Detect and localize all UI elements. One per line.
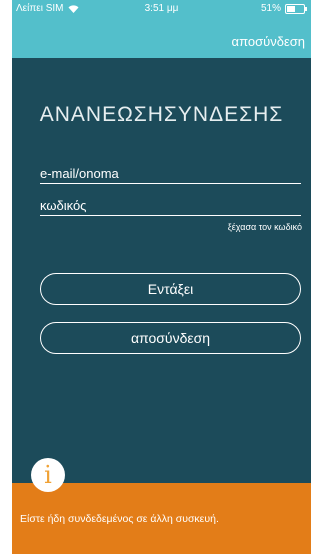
battery-icon [285, 3, 307, 14]
battery-info: 51% [260, 3, 307, 14]
forgot-password-link[interactable]: ξέχασα τον κωδικό [228, 222, 302, 232]
top-bar: Λείπει SIM 3:51 μμ 51% αποσύνδεση [12, 0, 311, 58]
battery-percent: 51% [260, 3, 281, 14]
info-icon: i [31, 458, 65, 492]
header-logout-link[interactable]: αποσύνδεση [232, 34, 305, 49]
app-screen: Λείπει SIM 3:51 μμ 51% αποσύνδεση ΑΝΑΝΕΩ… [12, 0, 311, 554]
battery-fill [287, 5, 296, 12]
email-field[interactable]: e-mail/onoma [40, 166, 301, 184]
notice-text: Είστε ήδη συνδεδεμένος σε άλλη συσκευή. [20, 513, 219, 525]
status-bar: Λείπει SIM 3:51 μμ 51% [12, 0, 311, 18]
logout-button[interactable]: αποσύνδεση [40, 322, 301, 354]
password-field[interactable]: κωδικός [40, 198, 301, 216]
battery-tip [305, 6, 307, 11]
form-title: ΑΝΑΝΕΩΣΗΣΥΝΔΕΣΗΣ [39, 103, 284, 126]
ok-button[interactable]: Εντάξει [40, 273, 301, 305]
